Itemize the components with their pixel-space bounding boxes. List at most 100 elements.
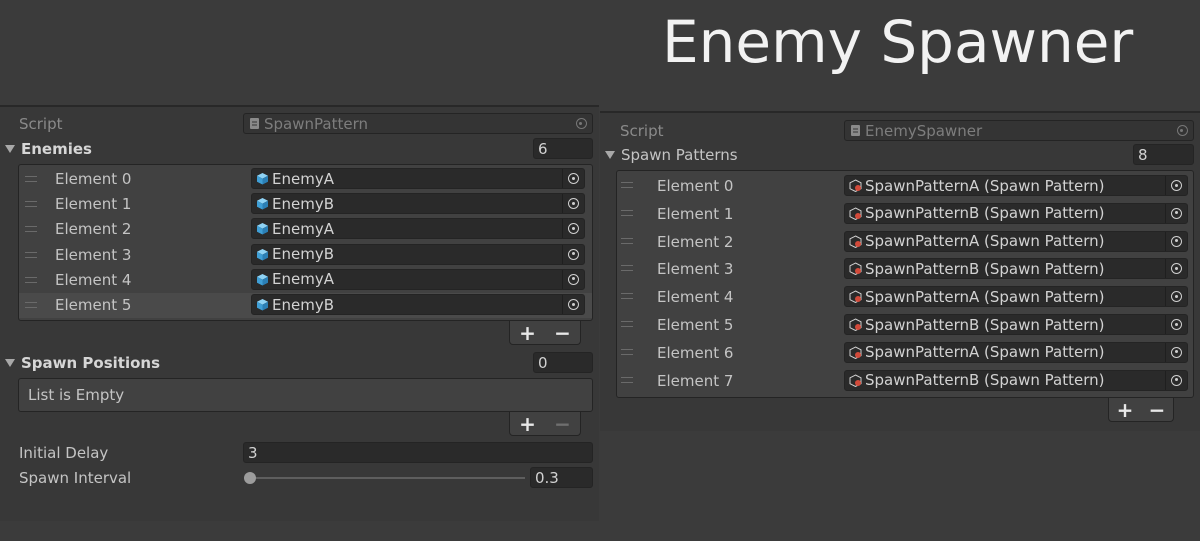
object-value: EnemyA <box>272 169 334 188</box>
add-element-button[interactable]: + <box>515 321 541 345</box>
foldout-arrow-icon <box>605 151 615 159</box>
spawn-pattern-object-field[interactable]: SpawnPatternA (Spawn Pattern) <box>844 341 1188 363</box>
enemy-object-field[interactable]: EnemyB <box>251 243 585 265</box>
prefab-cube-icon <box>257 299 268 311</box>
object-value: SpawnPatternA (Spawn Pattern) <box>865 176 1105 195</box>
drag-handle-icon[interactable] <box>25 226 37 233</box>
spawn-interval-field[interactable]: 0.3 <box>530 467 593 488</box>
object-picker-icon[interactable] <box>562 295 584 314</box>
enemy-spawner-inspector: Script EnemySpawner Spawn Patterns 8 Ele… <box>600 111 1200 431</box>
drag-handle-icon[interactable] <box>621 265 633 272</box>
spawn-pattern-object-field[interactable]: SpawnPatternB (Spawn Pattern) <box>844 258 1188 280</box>
object-picker-icon[interactable] <box>1165 287 1187 307</box>
prefab-cube-icon <box>257 248 268 261</box>
spawn-pattern-object-field[interactable]: SpawnPatternB (Spawn Pattern) <box>844 369 1188 391</box>
object-value: EnemyA <box>272 270 334 289</box>
drag-handle-icon[interactable] <box>25 276 37 283</box>
spawn-pattern-object-field[interactable]: SpawnPatternB (Spawn Pattern) <box>844 202 1188 224</box>
list-empty-text: List is Empty <box>28 386 125 404</box>
element-label: Element 0 <box>55 170 132 188</box>
element-label: Element 5 <box>657 316 734 334</box>
spawn-positions-foldout[interactable]: Spawn Positions <box>5 352 160 374</box>
drag-handle-icon[interactable] <box>25 302 37 308</box>
element-label: Element 2 <box>55 220 132 239</box>
spawn-interval-slider-thumb[interactable] <box>244 472 256 484</box>
spawn-patterns-foldout[interactable]: Spawn Patterns <box>605 144 738 166</box>
object-picker-icon[interactable] <box>1171 121 1193 140</box>
foldout-arrow-icon <box>5 359 15 367</box>
element-label: Element 3 <box>55 245 132 264</box>
prefab-cube-icon <box>257 273 268 286</box>
drag-handle-icon[interactable] <box>621 376 633 383</box>
object-value: SpawnPatternB (Spawn Pattern) <box>865 204 1105 223</box>
object-picker-icon[interactable] <box>1165 203 1187 223</box>
scriptable-object-icon <box>849 346 862 359</box>
scriptable-object-icon <box>849 374 862 387</box>
object-picker-icon[interactable] <box>562 269 584 289</box>
object-picker-icon[interactable] <box>562 194 584 214</box>
element-label: Element 3 <box>657 260 734 279</box>
drag-handle-icon[interactable] <box>621 348 633 355</box>
drag-handle-icon[interactable] <box>621 182 633 188</box>
object-value: EnemyB <box>272 295 334 314</box>
spawn-positions-count-field[interactable]: 0 <box>533 352 593 373</box>
object-picker-icon[interactable] <box>562 244 584 264</box>
prefab-cube-icon <box>257 198 268 210</box>
object-picker-icon[interactable] <box>1165 315 1187 334</box>
element-label: Element 4 <box>657 288 734 307</box>
spawn-pattern-object-field[interactable]: SpawnPatternA (Spawn Pattern) <box>844 286 1188 308</box>
script-value: EnemySpawner <box>865 121 983 140</box>
element-label: Element 1 <box>55 195 132 214</box>
object-picker-icon[interactable] <box>1165 259 1187 279</box>
spawn-patterns-count-field[interactable]: 8 <box>1133 144 1194 165</box>
script-field[interactable]: EnemySpawner <box>844 120 1194 141</box>
enemy-object-field[interactable]: EnemyA <box>251 268 585 290</box>
object-picker-icon[interactable] <box>562 169 584 188</box>
remove-element-button[interactable]: − <box>1144 398 1170 422</box>
script-field[interactable]: SpawnPattern <box>243 113 593 134</box>
initial-delay-field[interactable]: 3 <box>243 442 593 463</box>
drag-handle-icon[interactable] <box>25 176 37 182</box>
enemy-object-field[interactable]: EnemyB <box>251 193 585 215</box>
object-value: EnemyB <box>272 245 334 264</box>
drag-handle-icon[interactable] <box>621 209 633 216</box>
enemies-foldout[interactable]: Enemies <box>5 138 92 160</box>
spawn-pattern-object-field[interactable]: SpawnPatternA (Spawn Pattern) <box>844 175 1188 196</box>
object-picker-icon[interactable] <box>570 114 592 133</box>
element-label: Element 1 <box>657 204 734 223</box>
object-value: SpawnPatternB (Spawn Pattern) <box>865 371 1105 390</box>
scriptable-object-icon <box>849 262 862 276</box>
object-value: SpawnPatternA (Spawn Pattern) <box>865 343 1105 362</box>
element-label: Element 0 <box>657 177 734 195</box>
drag-handle-icon[interactable] <box>621 237 633 244</box>
object-value: EnemyA <box>272 219 334 238</box>
element-label: Element 6 <box>657 343 734 362</box>
spawn-positions-footer: + − <box>509 412 581 436</box>
spawn-pattern-object-field[interactable]: SpawnPatternB (Spawn Pattern) <box>844 314 1188 335</box>
enemy-object-field[interactable]: EnemyA <box>251 218 585 240</box>
prefab-cube-icon <box>257 173 268 185</box>
enemies-count-field[interactable]: 6 <box>533 138 593 159</box>
spawn-interval-slider-track[interactable] <box>250 477 525 479</box>
drag-handle-icon[interactable] <box>621 293 633 300</box>
drag-handle-icon[interactable] <box>25 201 37 208</box>
enemy-object-field[interactable]: EnemyB <box>251 294 585 315</box>
element-label: Element 7 <box>657 371 734 390</box>
spawn-pattern-object-field[interactable]: SpawnPatternA (Spawn Pattern) <box>844 230 1188 252</box>
element-label: Element 4 <box>55 270 132 289</box>
add-element-button[interactable]: + <box>515 412 541 436</box>
object-value: SpawnPatternB (Spawn Pattern) <box>865 315 1105 334</box>
drag-handle-icon[interactable] <box>621 321 633 327</box>
object-value: SpawnPatternB (Spawn Pattern) <box>865 259 1105 278</box>
spawn-interval-label: Spawn Interval <box>19 469 132 487</box>
drag-handle-icon[interactable] <box>25 251 37 258</box>
object-picker-icon[interactable] <box>562 219 584 239</box>
object-picker-icon[interactable] <box>1165 176 1187 195</box>
object-picker-icon[interactable] <box>1165 370 1187 390</box>
object-picker-icon[interactable] <box>1165 342 1187 362</box>
prefab-cube-icon <box>257 223 268 235</box>
add-element-button[interactable]: + <box>1112 398 1138 422</box>
enemy-object-field[interactable]: EnemyA <box>251 168 585 189</box>
object-picker-icon[interactable] <box>1165 231 1187 251</box>
remove-element-button[interactable]: − <box>550 321 576 345</box>
